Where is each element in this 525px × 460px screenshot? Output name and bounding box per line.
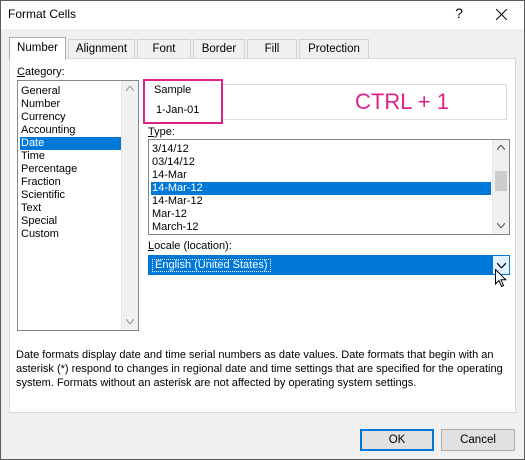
category-label: Category:: [17, 66, 65, 78]
scroll-down-icon[interactable]: [493, 218, 509, 234]
category-item-general[interactable]: General: [20, 85, 60, 98]
title-bar: Format Cells ?: [1, 1, 524, 29]
type-item[interactable]: 3/14/12: [151, 143, 189, 156]
type-scroll-thumb[interactable]: [495, 171, 507, 191]
tab-strip: Number Alignment Font Border Fill Protec…: [9, 37, 514, 60]
sample-highlight-box: Sample 1-Jan-01: [143, 79, 223, 124]
category-item-text[interactable]: Text: [20, 202, 41, 215]
type-item[interactable]: Mar-12: [151, 208, 187, 221]
scroll-down-icon[interactable]: [122, 314, 138, 330]
scroll-up-icon[interactable]: [493, 140, 509, 156]
mouse-cursor-icon: [495, 269, 507, 288]
tab-alignment[interactable]: Alignment: [68, 39, 135, 59]
tab-number[interactable]: Number: [9, 37, 66, 60]
scroll-up-icon[interactable]: [122, 81, 138, 97]
type-item[interactable]: March-12: [151, 221, 198, 234]
tab-font[interactable]: Font: [137, 39, 191, 59]
category-item-percentage[interactable]: Percentage: [20, 163, 77, 176]
sample-group-right-border: [506, 84, 507, 120]
locale-label: Locale (location):: [148, 240, 232, 252]
type-scrollbar[interactable]: [492, 140, 509, 234]
type-item-selected[interactable]: 14-Mar-12: [151, 182, 491, 195]
category-item-fraction[interactable]: Fraction: [20, 176, 61, 189]
tab-protection[interactable]: Protection: [299, 39, 369, 59]
tab-fill[interactable]: Fill: [247, 39, 297, 59]
category-item-scientific[interactable]: Scientific: [20, 189, 65, 202]
category-item-date[interactable]: Date: [20, 137, 121, 150]
close-button[interactable]: [489, 3, 515, 25]
chevron-down-icon: [497, 263, 506, 268]
sample-value: 1-Jan-01: [156, 104, 200, 116]
category-scrollbar[interactable]: [121, 81, 138, 330]
category-item-number[interactable]: Number: [20, 98, 60, 111]
type-item[interactable]: 14-Mar-12: [151, 195, 203, 208]
category-item-currency[interactable]: Currency: [20, 111, 66, 124]
category-item-special[interactable]: Special: [20, 215, 57, 228]
locale-dropdown[interactable]: English (United States): [148, 255, 510, 275]
shortcut-annotation: CTRL + 1: [355, 89, 449, 114]
format-cells-dialog: Format Cells ? Number Alignment Font Bor…: [0, 0, 525, 460]
type-item[interactable]: 03/14/12: [151, 156, 195, 169]
locale-value: English (United States): [152, 259, 271, 272]
dialog-title: Format Cells: [8, 7, 77, 21]
type-list[interactable]: 3/14/12 03/14/12 14-Mar 14-Mar-12 14-Mar…: [148, 139, 510, 235]
cancel-button[interactable]: Cancel: [441, 429, 515, 451]
category-item-time[interactable]: Time: [20, 150, 45, 163]
help-button[interactable]: ?: [452, 5, 466, 21]
category-list[interactable]: General Number Currency Accounting Date …: [17, 80, 139, 331]
format-description: Date formats display date and time seria…: [16, 349, 503, 389]
close-icon: [496, 9, 507, 20]
sample-group-top-border: [221, 84, 507, 85]
sample-group-bottom-border: [221, 119, 507, 120]
ok-button[interactable]: OK: [360, 429, 434, 451]
type-label: Type:: [148, 126, 175, 138]
sample-label: Sample: [154, 84, 192, 96]
category-item-custom[interactable]: Custom: [20, 228, 59, 241]
type-item[interactable]: 14-Mar: [151, 169, 187, 182]
category-item-accounting[interactable]: Accounting: [20, 124, 75, 137]
tab-border[interactable]: Border: [193, 39, 245, 59]
